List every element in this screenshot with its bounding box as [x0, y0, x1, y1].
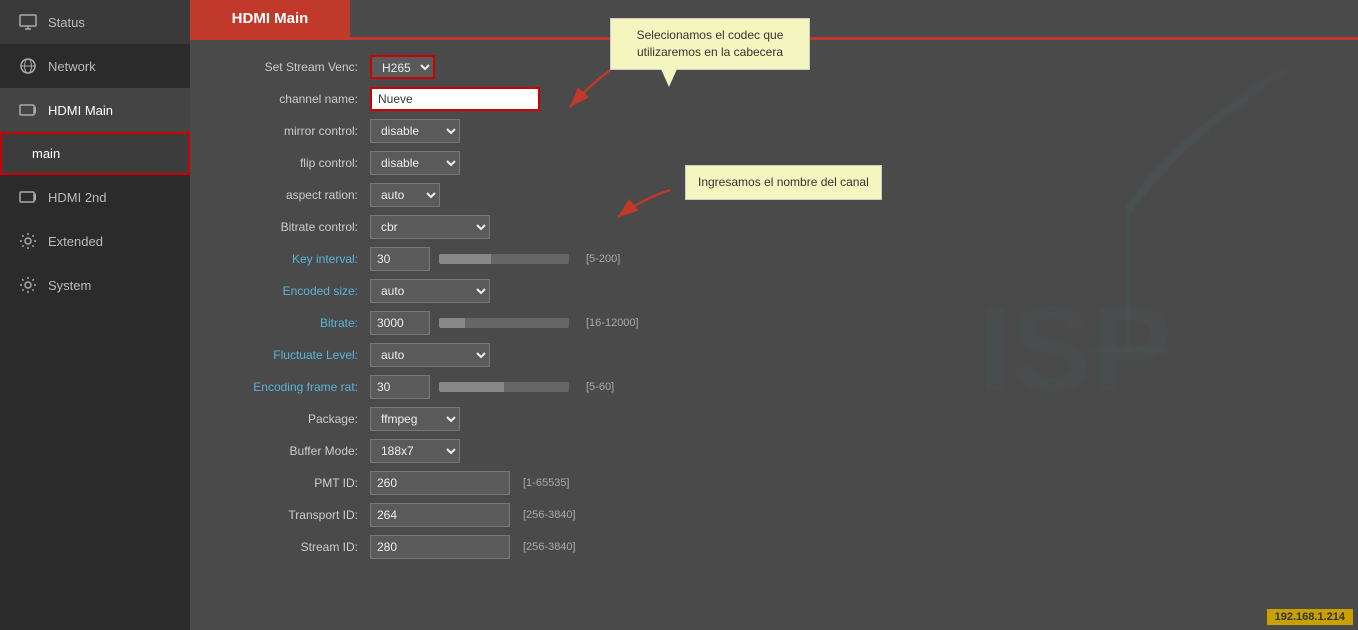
encoded-size-select[interactable]: auto 1920x1080 1280x720	[370, 279, 490, 303]
flip-label: flip control:	[210, 156, 370, 170]
pmt-id-range: [1-65535]	[523, 477, 569, 489]
tooltip-codec: Selecionamos el codec que utilizaremos e…	[610, 18, 810, 70]
stream-id-container: [256-3840]	[370, 535, 576, 559]
pmt-id-input[interactable]	[370, 471, 510, 495]
encoded-size-label: Encoded size:	[210, 284, 370, 298]
transport-id-container: [256-3840]	[370, 503, 576, 527]
buffer-mode-label: Buffer Mode:	[210, 444, 370, 458]
hdmi-main-tab[interactable]: HDMI Main	[190, 0, 350, 37]
key-interval-range: [5-200]	[586, 253, 620, 265]
bitrate-label: Bitrate:	[210, 316, 370, 330]
bitrate-control-select[interactable]: cbr vbr	[370, 215, 490, 239]
sidebar-item-hdmi-2nd-label: HDMI 2nd	[48, 190, 107, 205]
arrow1	[560, 65, 620, 118]
camera2-icon	[18, 187, 38, 207]
form-row-encoded-size: Encoded size: auto 1920x1080 1280x720	[210, 279, 1338, 303]
form-row-bitrate: Bitrate: [16-12000]	[210, 311, 1338, 335]
channel-name-label: channel name:	[210, 92, 370, 106]
form-row-frame-rate: Encoding frame rat: [5-60]	[210, 375, 1338, 399]
globe-icon	[18, 56, 38, 76]
transport-id-range: [256-3840]	[523, 509, 576, 521]
tooltip-channel: Ingresamos el nombre del canal	[685, 165, 882, 200]
key-interval-container: [5-200]	[370, 247, 620, 271]
arrow2	[610, 185, 680, 228]
stream-venc-select[interactable]: H265 H264	[370, 55, 435, 79]
key-interval-input[interactable]	[370, 247, 430, 271]
form-row-buffer-mode: Buffer Mode: 188x7 188x14	[210, 439, 1338, 463]
transport-id-input[interactable]	[370, 503, 510, 527]
monitor-icon	[18, 12, 38, 32]
sidebar-item-network-label: Network	[48, 59, 96, 74]
sidebar-item-status-label: Status	[48, 15, 85, 30]
form-row-package: Package: ffmpeg ts	[210, 407, 1338, 431]
sidebar-item-network[interactable]: Network	[0, 44, 190, 88]
aspect-label: aspect ration:	[210, 188, 370, 202]
sidebar-item-main-label: main	[32, 146, 60, 161]
form-row-mirror: mirror control: disable enable	[210, 119, 1338, 143]
fluctuate-label: Fluctuate Level:	[210, 348, 370, 362]
main-content: ISP Selecionamos el codec que utilizarem…	[190, 0, 1358, 630]
pmt-id-container: [1-65535]	[370, 471, 569, 495]
sidebar-item-system[interactable]: System	[0, 263, 190, 307]
channel-name-input[interactable]	[370, 87, 540, 111]
transport-id-label: Transport ID:	[210, 508, 370, 522]
sidebar-item-extended[interactable]: Extended	[0, 219, 190, 263]
form-row-channel-name: channel name:	[210, 87, 1338, 111]
frame-rate-range: [5-60]	[586, 381, 614, 393]
bitrate-slider[interactable]	[439, 318, 569, 328]
bitrate-input[interactable]	[370, 311, 430, 335]
frame-rate-container: [5-60]	[370, 375, 614, 399]
gear2-icon	[18, 275, 38, 295]
aspect-select[interactable]: auto 4:3 16:9	[370, 183, 440, 207]
frame-rate-slider[interactable]	[439, 382, 569, 392]
sidebar-item-main[interactable]: main	[0, 132, 190, 175]
gear-icon	[18, 231, 38, 251]
flip-select[interactable]: disable enable	[370, 151, 460, 175]
bitrate-control-label: Bitrate control:	[210, 220, 370, 234]
frame-rate-label: Encoding frame rat:	[210, 380, 370, 394]
sidebar-item-hdmi-main[interactable]: HDMI Main	[0, 88, 190, 132]
form-row-key-interval: Key interval: [5-200]	[210, 247, 1338, 271]
sidebar-item-hdmi-2nd[interactable]: HDMI 2nd	[0, 175, 190, 219]
mirror-select[interactable]: disable enable	[370, 119, 460, 143]
package-select[interactable]: ffmpeg ts	[370, 407, 460, 431]
sidebar-item-system-label: System	[48, 278, 91, 293]
stream-id-input[interactable]	[370, 535, 510, 559]
buffer-mode-select[interactable]: 188x7 188x14	[370, 439, 460, 463]
sidebar-item-hdmi-main-label: HDMI Main	[48, 103, 113, 118]
form-row-fluctuate: Fluctuate Level: auto low medium high	[210, 343, 1338, 367]
form-row-bitrate-control: Bitrate control: cbr vbr	[210, 215, 1338, 239]
sidebar: Status Network HDMI Main main	[0, 0, 190, 630]
frame-rate-input[interactable]	[370, 375, 430, 399]
pmt-id-label: PMT ID:	[210, 476, 370, 490]
form-row-stream-id: Stream ID: [256-3840]	[210, 535, 1338, 559]
sidebar-item-status[interactable]: Status	[0, 0, 190, 44]
package-label: Package:	[210, 412, 370, 426]
mirror-label: mirror control:	[210, 124, 370, 138]
form-row-pmt-id: PMT ID: [1-65535]	[210, 471, 1338, 495]
stream-venc-label: Set Stream Venc:	[210, 60, 370, 74]
camera-icon	[18, 100, 38, 120]
ip-badge: 192.168.1.214	[1267, 609, 1353, 625]
bitrate-container: [16-12000]	[370, 311, 639, 335]
bitrate-range: [16-12000]	[586, 317, 639, 329]
fluctuate-select[interactable]: auto low medium high	[370, 343, 490, 367]
sidebar-item-extended-label: Extended	[48, 234, 103, 249]
stream-id-label: Stream ID:	[210, 540, 370, 554]
key-interval-slider[interactable]	[439, 254, 569, 264]
form-area: Set Stream Venc: H265 H264 channel name:…	[190, 40, 1358, 630]
form-row-transport-id: Transport ID: [256-3840]	[210, 503, 1338, 527]
stream-id-range: [256-3840]	[523, 541, 576, 553]
key-interval-label: Key interval:	[210, 252, 370, 266]
